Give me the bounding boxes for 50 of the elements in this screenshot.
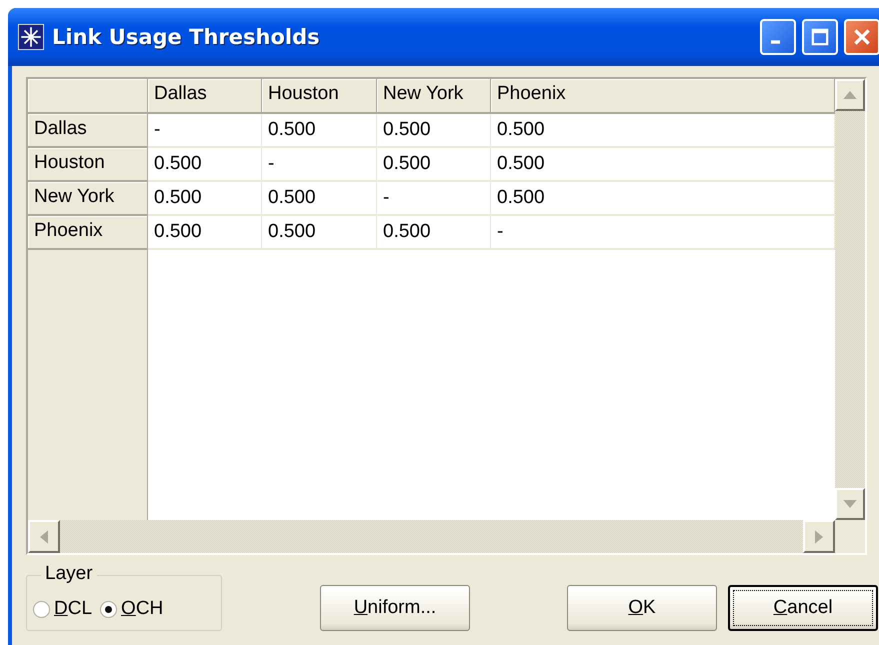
table-cell: - (491, 216, 835, 250)
up-arrow-icon (843, 91, 857, 99)
table-cell: 0.500 (148, 148, 262, 182)
minimize-button[interactable] (760, 19, 796, 55)
scroll-up-button[interactable] (835, 79, 865, 111)
table-cell: 0.500 (262, 114, 377, 148)
horizontal-scrollbar[interactable] (28, 520, 835, 553)
row-header[interactable]: Phoenix (28, 216, 148, 250)
table-cell: 0.500 (148, 216, 262, 250)
column-header[interactable]: New York (377, 79, 491, 114)
close-button[interactable] (844, 19, 879, 55)
scrollbar-corner (835, 520, 865, 553)
maximize-button[interactable] (802, 19, 838, 55)
table-cell: 0.500 (377, 148, 491, 182)
table-cell: 0.500 (491, 182, 835, 216)
right-arrow-icon (815, 530, 823, 544)
minimize-icon (770, 40, 780, 44)
vertical-scrollbar[interactable] (835, 79, 865, 520)
radio-option[interactable]: OCH (100, 598, 164, 620)
radio-button[interactable] (100, 600, 118, 618)
radio-option[interactable]: DCL (33, 598, 92, 620)
table-cell: - (262, 148, 377, 182)
radio-button[interactable] (33, 600, 50, 618)
table-cell: - (148, 114, 262, 148)
group-label: Layer (41, 563, 97, 585)
table-cell: 0.500 (377, 114, 491, 148)
table-cell: 0.500 (491, 148, 835, 182)
row-header[interactable]: Houston (28, 148, 148, 182)
table-cell: 0.500 (377, 216, 491, 250)
table-cell: 0.500 (491, 114, 835, 148)
table-cell: 0.500 (262, 182, 377, 216)
app-icon (18, 24, 44, 50)
scroll-right-button[interactable] (803, 520, 835, 553)
ok-button[interactable]: OK (567, 585, 717, 631)
table-cell: - (377, 182, 491, 216)
row-header[interactable]: New York (28, 182, 148, 216)
uniform-button[interactable]: Uniform... (320, 585, 470, 631)
window-title: Link Usage Thresholds (52, 25, 321, 49)
table-cell: 0.500 (148, 182, 262, 216)
cancel-button[interactable]: Cancel (728, 585, 878, 631)
row-header[interactable]: Dallas (28, 114, 148, 148)
down-arrow-icon (843, 500, 857, 508)
scroll-left-button[interactable] (28, 520, 60, 553)
table-cell: 0.500 (262, 216, 377, 250)
left-arrow-icon (40, 530, 48, 544)
column-header[interactable]: Phoenix (491, 79, 835, 114)
maximize-icon (809, 26, 831, 48)
scroll-down-button[interactable] (835, 488, 865, 520)
column-header[interactable]: Dallas (148, 79, 262, 114)
column-header[interactable]: Houston (262, 79, 377, 114)
